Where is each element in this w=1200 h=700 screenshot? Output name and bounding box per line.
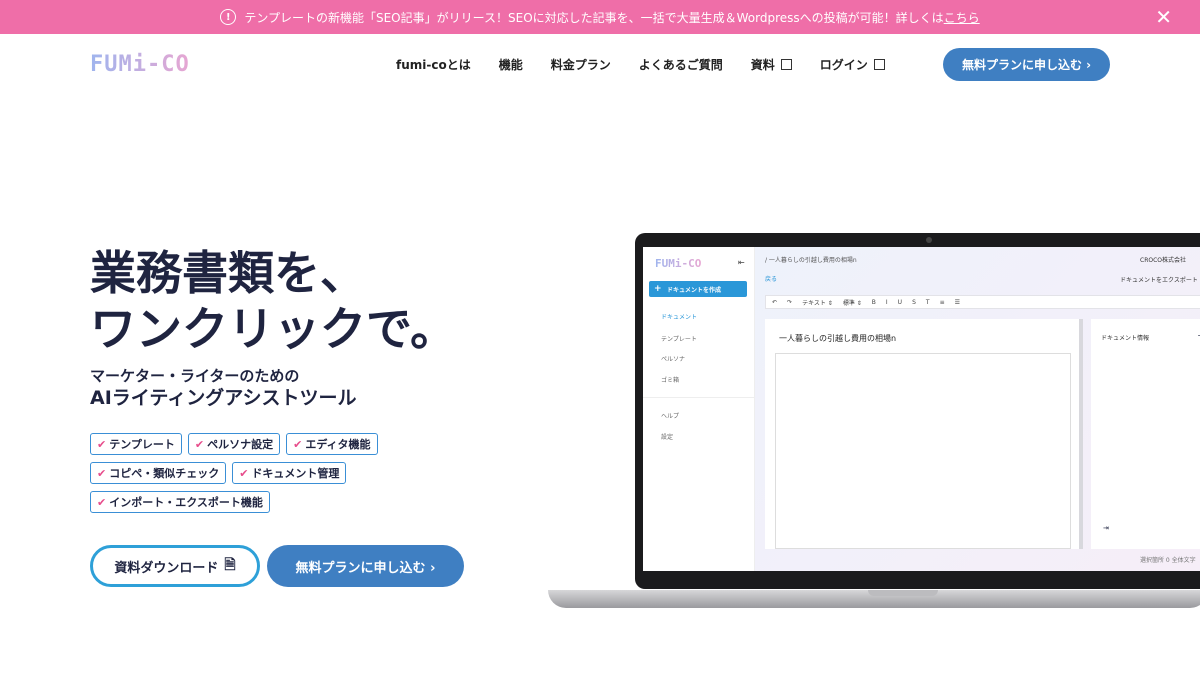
expand-icon: ⇥: [1103, 524, 1109, 532]
nav-faq[interactable]: よくあるご質問: [639, 56, 723, 73]
nav-documents-item[interactable]: 資料: [751, 56, 792, 73]
feature-tag: ✔ ドキュメント管理: [232, 462, 347, 484]
nav-login: ログイン: [819, 58, 868, 72]
check-icon: ✔: [97, 467, 107, 480]
sidebar-item-documents: ドキュメント: [661, 314, 698, 321]
sidebar-item-personas: ペルソナ: [661, 356, 686, 363]
banner-link[interactable]: こちら: [944, 9, 980, 26]
clear-format-icon: T: [925, 298, 930, 306]
app-main: / 一人暮らしの引越し費用の相場n 戻る CROCO株式会社 ドキュメントをエク…: [755, 247, 1200, 571]
collapse-icon: ⇤: [738, 258, 745, 267]
laptop-mockup: FUMi-CO ⇤ + ドキュメントを作成 ドキュメント テンプレート ペルソナ …: [635, 233, 1200, 589]
sub-line-1: マーケター・ライターのための: [90, 367, 300, 385]
download-brochure-label: 資料ダウンロード: [114, 560, 219, 576]
status-bar: 選択箇所 0 全体文字: [1140, 557, 1196, 564]
sidebar-item-trash: ゴミ箱: [661, 377, 680, 384]
document-info-panel: ドキュメント情報 + ⇥: [1091, 319, 1200, 549]
free-plan-button[interactable]: 無料プランに申し込む ›: [267, 545, 464, 587]
back-link: 戻る: [765, 276, 778, 283]
external-link-icon: [780, 59, 792, 70]
feature-tag: ✔ インポート・エクスポート機能: [90, 491, 270, 513]
list-icon: ☰: [954, 298, 960, 306]
nav-about[interactable]: fumi-coとは: [396, 56, 471, 73]
tag-label: テンプレート: [109, 438, 175, 451]
sidebar-item-help: ヘルプ: [661, 413, 680, 420]
logo[interactable]: FUMi-CO: [90, 52, 190, 77]
feature-tag: ✔ テンプレート: [90, 433, 182, 455]
alert-icon: !: [220, 9, 237, 25]
editor-toolbar: ↶ ↷ テキスト ⇕ 標準 ⇕ B I U S T ≡ ☰: [765, 295, 1200, 309]
external-link-icon: [873, 59, 885, 70]
tag-label: インポート・エクスポート機能: [109, 496, 263, 509]
create-label: ドキュメントを作成: [667, 286, 722, 294]
plus-icon: +: [654, 284, 662, 294]
tag-label: ドキュメント管理: [251, 467, 340, 480]
check-icon: ✔: [239, 467, 249, 480]
camera-icon: [926, 237, 932, 243]
document-info-title: ドキュメント情報: [1101, 335, 1150, 342]
nav-documents: 資料: [750, 58, 775, 72]
sub-line-2: AIライティングアシストツール: [90, 387, 357, 409]
app-screenshot: FUMi-CO ⇤ + ドキュメントを作成 ドキュメント テンプレート ペルソナ …: [643, 247, 1200, 571]
sidebar-item-settings: 設定: [661, 434, 674, 441]
headline-line-2: ワンクリックで。: [90, 302, 457, 356]
app-logo: FUMi-CO: [655, 257, 702, 270]
tag-label: エディタ機能: [305, 438, 371, 451]
hero-headline: 業務書類を、 ワンクリックで。: [90, 245, 456, 357]
nav-features[interactable]: 機能: [499, 56, 523, 73]
font-size-select: 標準 ⇕: [842, 299, 862, 307]
redo-icon: ↷: [787, 298, 793, 306]
feature-tag: ✔ エディタ機能: [286, 433, 378, 455]
document-title: 一人暮らしの引越し費用の相場n: [779, 334, 897, 343]
site-header: FUMi-CO fumi-coとは 機能 料金プラン よくあるご質問 資料 ログ…: [0, 34, 1200, 96]
company-name: CROCO株式会社: [1140, 257, 1186, 264]
document-body: [775, 353, 1071, 549]
check-icon: ✔: [97, 438, 107, 451]
text-style-select: テキスト ⇕: [802, 299, 833, 307]
undo-icon: ↶: [772, 298, 778, 306]
free-plan-button-header[interactable]: 無料プランに申し込む ›: [943, 48, 1110, 81]
laptop-base: [548, 590, 1200, 608]
sidebar-item-templates: テンプレート: [661, 336, 697, 343]
sidebar-divider: [643, 397, 755, 398]
download-brochure-button[interactable]: 資料ダウンロード 🗎: [90, 545, 260, 587]
editor-panel: 一人暮らしの引越し費用の相場n: [765, 319, 1083, 549]
main-nav: fumi-coとは 機能 料金プラン よくあるご質問 資料 ログイン: [396, 56, 885, 73]
bold-icon: B: [871, 298, 876, 306]
export-button: ドキュメントをエクスポート: [1120, 277, 1198, 284]
underline-icon: U: [897, 298, 903, 306]
nav-login-item[interactable]: ログイン: [820, 56, 885, 73]
headline-line-1: 業務書類を、: [90, 246, 366, 300]
laptop-notch: [868, 590, 938, 596]
tag-label: コピペ・類似チェック: [109, 467, 220, 480]
feature-tag: ✔ コピペ・類似チェック: [90, 462, 227, 484]
italic-icon: I: [885, 298, 888, 306]
feature-tags: ✔ テンプレート ✔ ペルソナ設定 ✔ エディタ機能 ✔ コピペ・類似チェック ✔ ドキュ…: [90, 433, 420, 513]
check-icon: ✔: [97, 496, 107, 509]
app-breadcrumb: / 一人暮らしの引越し費用の相場n: [765, 257, 857, 264]
document-icon: 🗎: [224, 557, 236, 573]
announcement-banner: ! テンプレートの新機能「SEO記事」がリリース！SEOに対応した記事を、一括で…: [0, 0, 1200, 34]
feature-tag: ✔ ペルソナ設定: [187, 433, 281, 455]
strike-icon: S: [912, 298, 916, 306]
close-icon[interactable]: ✕: [1155, 7, 1172, 27]
create-document-button: + ドキュメントを作成: [649, 281, 747, 297]
banner-text: テンプレートの新機能「SEO記事」がリリース！SEOに対応した記事を、一括で大量…: [244, 10, 944, 25]
app-sidebar: FUMi-CO ⇤ + ドキュメントを作成 ドキュメント テンプレート ペルソナ …: [643, 247, 755, 571]
align-icon: ≡: [939, 298, 945, 306]
check-icon: ✔: [293, 438, 303, 451]
check-icon: ✔: [194, 438, 205, 451]
hero-subtitle: マーケター・ライターのための AIライティングアシストツール: [90, 365, 357, 409]
nav-pricing[interactable]: 料金プラン: [551, 56, 611, 73]
tag-label: ペルソナ設定: [207, 438, 274, 451]
